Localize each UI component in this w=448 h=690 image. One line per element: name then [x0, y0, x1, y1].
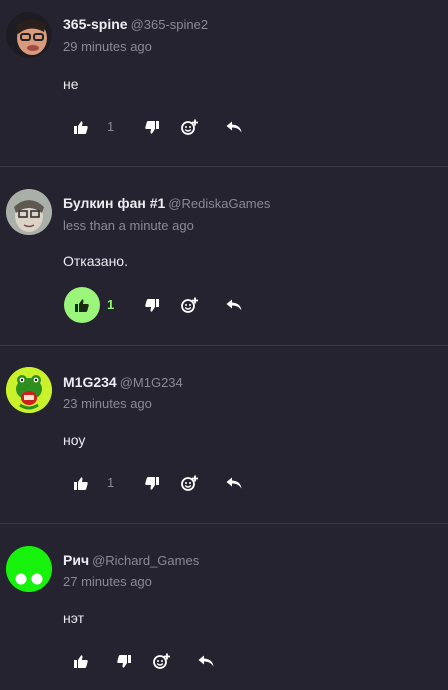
reply-icon — [198, 655, 214, 667]
avatar[interactable] — [6, 546, 52, 592]
like-count: 1 — [107, 119, 115, 134]
emoji-add-icon — [181, 475, 198, 491]
reply-icon — [226, 477, 242, 489]
comment-text: нэт — [63, 610, 84, 626]
thumbs-down-icon — [117, 654, 131, 668]
dislike-button[interactable] — [140, 109, 164, 145]
divider — [0, 166, 448, 167]
author-name[interactable]: Булкин фан #1 — [63, 195, 165, 211]
like-count: 1 — [107, 297, 115, 312]
thumbs-up-icon — [74, 476, 88, 490]
avatar[interactable] — [6, 189, 52, 235]
dislike-button[interactable] — [112, 643, 136, 679]
timestamp: 27 minutes ago — [63, 574, 152, 589]
like-button[interactable] — [69, 643, 93, 679]
thumbs-up-icon — [74, 120, 88, 134]
emoji-add-icon — [153, 653, 170, 669]
thumbs-down-icon — [145, 476, 159, 490]
thumbs-up-icon — [74, 654, 88, 668]
photo-avatar-icon — [6, 189, 52, 235]
author-name[interactable]: M1G234 — [63, 374, 117, 390]
timestamp: 29 minutes ago — [63, 39, 152, 54]
add-reaction-button[interactable] — [149, 643, 175, 679]
photo-avatar-icon — [6, 12, 52, 58]
reply-button[interactable] — [222, 465, 246, 501]
add-reaction-button[interactable] — [177, 109, 203, 145]
frog-avatar-icon — [6, 367, 52, 413]
green-dots-avatar-icon — [6, 546, 52, 592]
timestamp: 23 minutes ago — [63, 396, 152, 411]
like-button[interactable] — [69, 109, 93, 145]
avatar[interactable] — [6, 367, 52, 413]
add-reaction-button[interactable] — [177, 287, 203, 323]
author-name[interactable]: Рич — [63, 552, 89, 568]
emoji-add-icon — [181, 297, 198, 313]
avatar[interactable] — [6, 12, 52, 58]
reply-icon — [226, 121, 242, 133]
thumbs-up-icon — [75, 298, 89, 312]
author-handle[interactable]: @365-spine2 — [131, 17, 209, 32]
divider — [0, 345, 448, 346]
comment-text: ноу — [63, 432, 86, 448]
like-button[interactable] — [69, 465, 93, 501]
reply-button[interactable] — [194, 643, 218, 679]
like-button[interactable] — [64, 287, 100, 323]
author-handle[interactable]: @RediskaGames — [168, 196, 270, 211]
author-handle[interactable]: @M1G234 — [120, 375, 183, 390]
reply-icon — [226, 299, 242, 311]
comment-text: не — [63, 76, 79, 92]
reply-button[interactable] — [222, 287, 246, 323]
timestamp: less than a minute ago — [63, 218, 194, 233]
author-name[interactable]: 365-spine — [63, 16, 128, 32]
author-handle[interactable]: @Richard_Games — [92, 553, 199, 568]
emoji-add-icon — [181, 119, 198, 135]
thumbs-down-icon — [145, 298, 159, 312]
dislike-button[interactable] — [140, 287, 164, 323]
reply-button[interactable] — [222, 109, 246, 145]
like-count: 1 — [107, 475, 115, 490]
divider — [0, 523, 448, 524]
thumbs-down-icon — [145, 120, 159, 134]
dislike-button[interactable] — [140, 465, 164, 501]
comment-text: Отказано. — [63, 253, 128, 269]
add-reaction-button[interactable] — [177, 465, 203, 501]
